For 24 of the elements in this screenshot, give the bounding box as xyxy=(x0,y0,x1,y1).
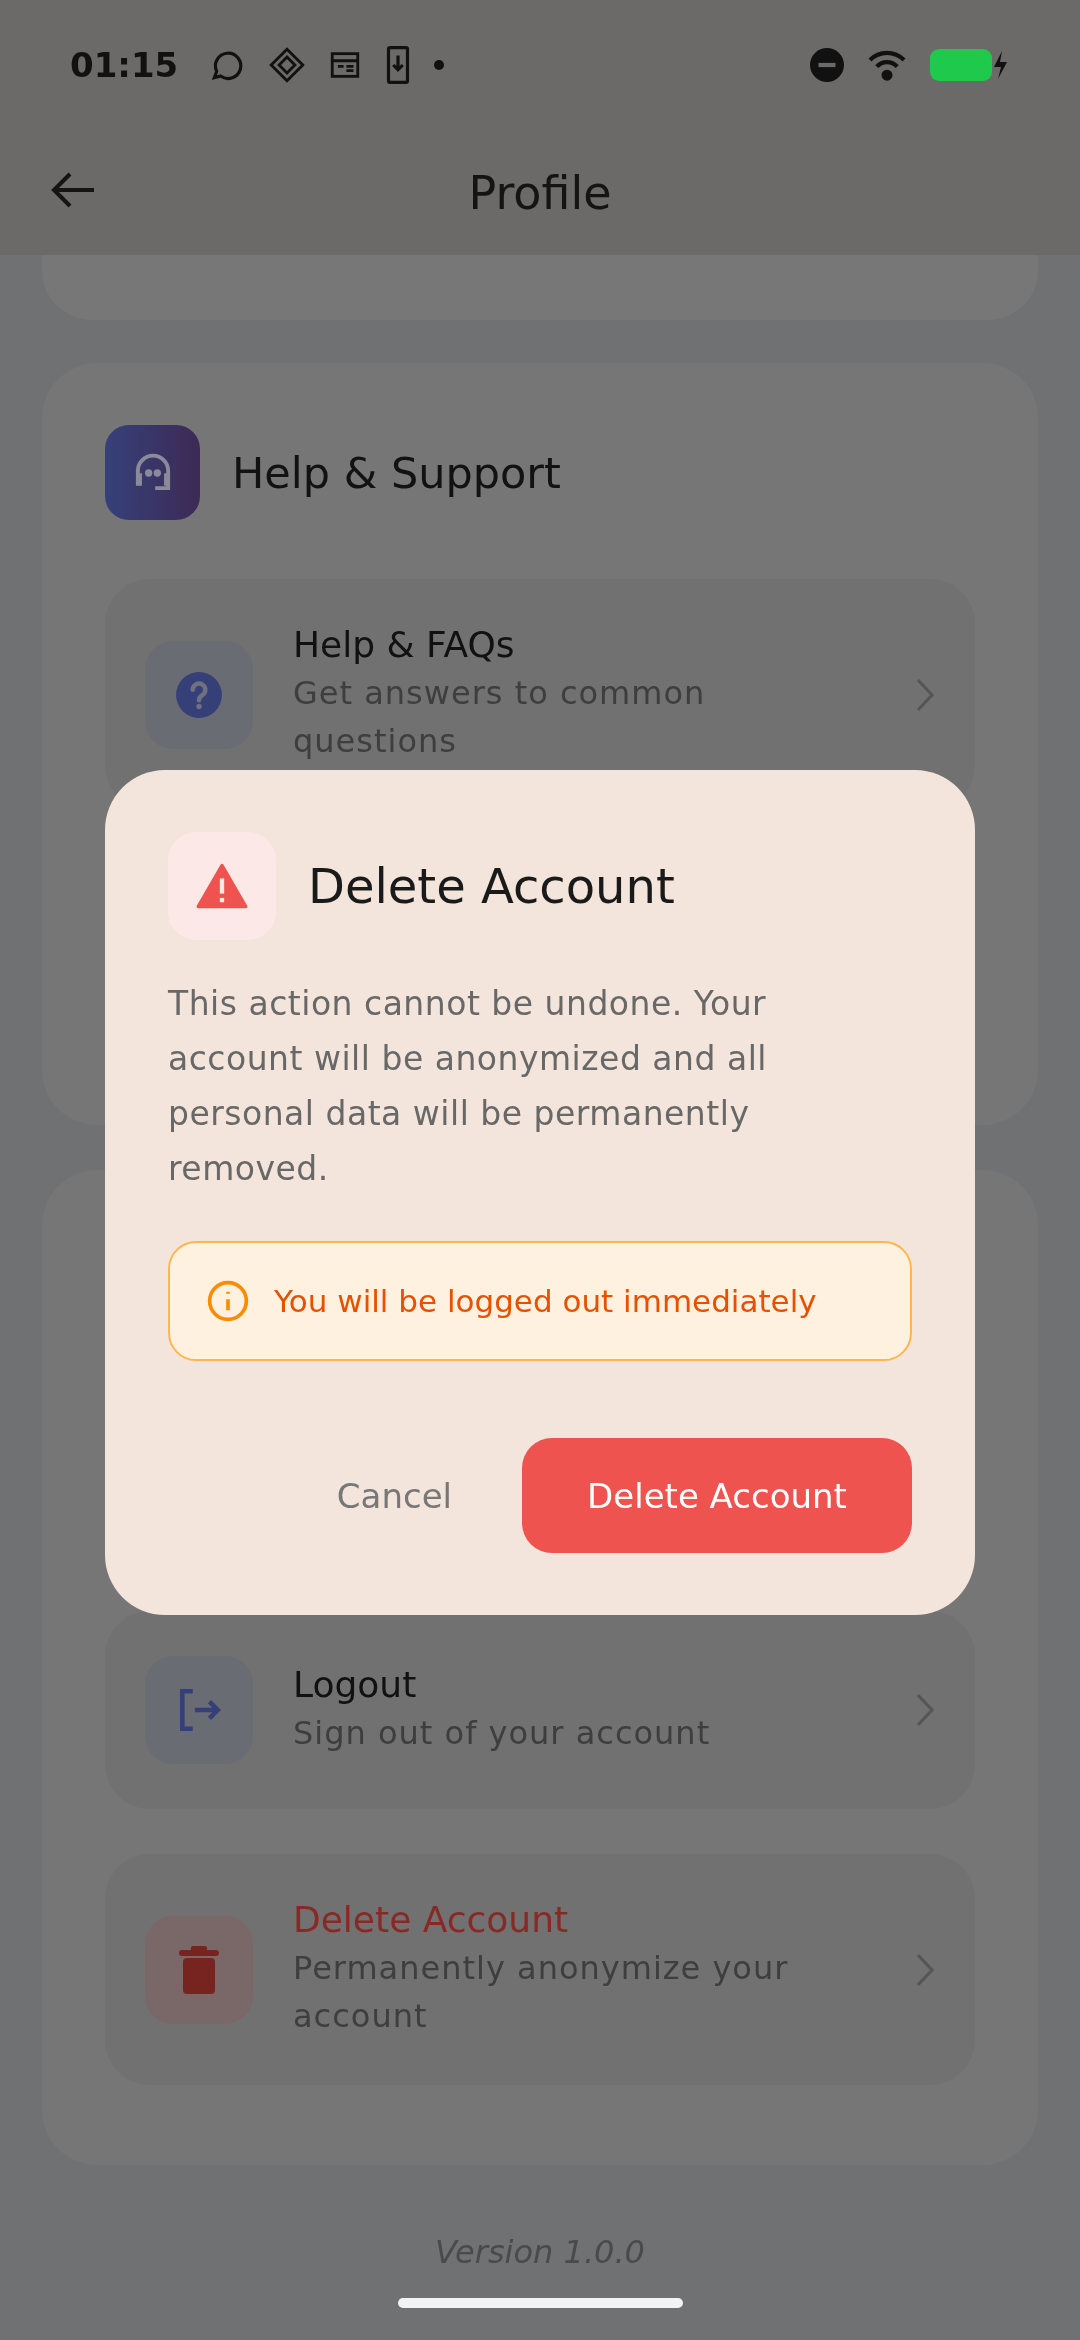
question-icon xyxy=(174,669,224,720)
diamond-icon xyxy=(268,46,307,84)
do-not-disturb-icon xyxy=(810,48,844,82)
item-title: Logout xyxy=(293,1663,418,1705)
dialog-title: Delete Account xyxy=(308,858,675,914)
back-button[interactable] xyxy=(50,170,96,210)
item-title: Delete Account xyxy=(293,1899,570,1940)
page-title: Profile xyxy=(468,165,612,220)
section-title: Help & Support xyxy=(232,447,561,498)
info-icon xyxy=(206,1279,250,1323)
warning-icon xyxy=(196,863,248,909)
cancel-button[interactable]: Cancel xyxy=(316,1438,472,1553)
status-time: 01:15 xyxy=(70,45,179,85)
trash-icon xyxy=(179,1944,219,1995)
chevron-icon xyxy=(915,1692,935,1728)
dot-icon xyxy=(434,60,445,70)
warning-text: You will be logged out immediately xyxy=(274,1283,817,1319)
delete-button[interactable]: Delete Account xyxy=(522,1438,912,1553)
chevron-icon xyxy=(915,676,935,713)
wifi-icon xyxy=(866,48,908,82)
battery-icon xyxy=(930,47,1010,83)
item-title: Help & FAQs xyxy=(293,624,516,665)
chevron-icon xyxy=(915,1951,935,1988)
dialog-message: This action cannot be undone. Your account will be anonymized and all personal data will be permanently removed. xyxy=(168,983,768,1190)
